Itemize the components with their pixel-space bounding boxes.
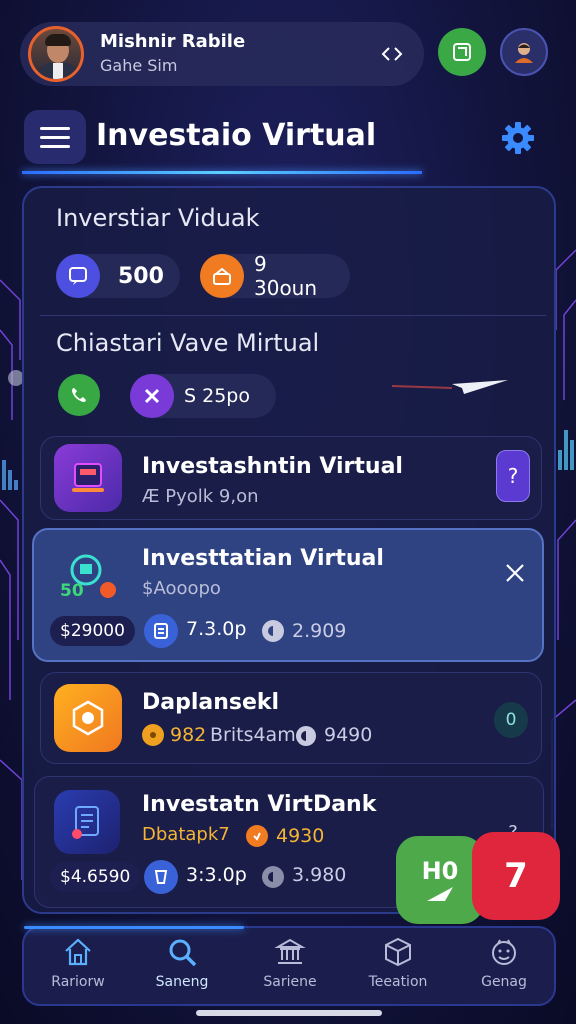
gear-icon[interactable]: [500, 120, 536, 156]
card-2-money: $29000: [50, 616, 135, 646]
virtual-title: Chiastari Vave Mirtual: [56, 329, 320, 357]
code-icon[interactable]: [380, 42, 404, 66]
card-4-title: Investatn VirtDank: [142, 792, 377, 817]
nav-active-indicator: [24, 926, 244, 929]
bottom-nav: Rariorw Saneng Sariene Teeation Genag: [22, 926, 556, 1006]
card-4-money: $4.6590: [50, 862, 141, 892]
card-4-stat-b: 3.980: [292, 864, 347, 886]
card-3-stat-label: Brits4am: [210, 724, 296, 746]
card-2-stat-b: 2.909: [292, 620, 347, 642]
card-1-title: Investashntin Virtual: [142, 454, 403, 479]
summary-value-b: 9 30oun: [254, 252, 318, 300]
nav-item-search[interactable]: Saneng: [132, 936, 232, 1002]
card-4-subtitle: Dbatapk7: [142, 824, 230, 845]
user-avatar-button[interactable]: [500, 28, 548, 76]
chat-icon: [56, 254, 100, 298]
document-icon: [144, 614, 178, 648]
nav-label-home: Rariorw: [51, 974, 105, 990]
wallet-button[interactable]: [438, 28, 486, 76]
nav-label-search: Saneng: [155, 974, 209, 990]
card-1-subtitle: Æ Pyolk 9,on: [142, 486, 259, 507]
user-icon: [515, 43, 533, 63]
phone-icon[interactable]: [58, 374, 100, 416]
nav-item-profile[interactable]: Genag: [454, 936, 554, 1002]
card-3-stat-b: 9490: [324, 724, 373, 746]
green-action-label: H0: [421, 857, 459, 885]
profile-bar[interactable]: Mishnir Rabile Gahe Sim: [20, 22, 424, 86]
card-2-stat-a: 7.3.0p: [186, 618, 247, 640]
header-divider: [22, 171, 422, 174]
red-action-label: 7: [504, 856, 528, 896]
nav-item-bank[interactable]: Sariene: [240, 936, 340, 1002]
clock-icon: [296, 726, 316, 746]
card-3-title: Daplansekl: [142, 690, 280, 715]
profile-subtitle: Gahe Sim: [100, 56, 178, 75]
red-action-button[interactable]: 7: [472, 832, 560, 920]
card-4-subtitle-stat: 4930: [276, 825, 325, 847]
summary-value-a: 500: [118, 263, 164, 289]
menu-button[interactable]: [24, 110, 86, 164]
bank-icon: [274, 938, 306, 964]
summary-pill-b[interactable]: 9 30oun: [200, 252, 350, 300]
green-action-button[interactable]: H0: [396, 836, 484, 924]
laptop-icon: [54, 444, 122, 512]
report-icon: [54, 790, 120, 854]
coin-small-icon: [246, 825, 268, 847]
home-icon: [65, 938, 91, 966]
virtual-pill[interactable]: S 25po: [130, 374, 276, 418]
search-icon: [169, 939, 197, 967]
exchange-icon: [130, 374, 174, 418]
profile-text: Mishnir Rabile Gahe Sim: [100, 31, 245, 77]
help-button[interactable]: ?: [496, 450, 530, 502]
paper-plane-icon: [392, 380, 508, 394]
card-4-stat-a: 3:3.0p: [186, 864, 247, 886]
card-3-action-button[interactable]: 0: [494, 702, 528, 738]
box-icon: [385, 937, 411, 967]
profile-name: Mishnir Rabile: [100, 31, 246, 52]
coin-small-icon: [142, 724, 164, 746]
close-icon[interactable]: [504, 562, 526, 584]
card-2-title: Investtatian Virtual: [142, 546, 384, 571]
gift-icon: [200, 254, 244, 298]
avatar[interactable]: [28, 26, 84, 82]
nav-item-box[interactable]: Teeation: [348, 936, 448, 1002]
card-2-subtitle: $Aooopo: [142, 578, 221, 599]
virtual-value: S 25po: [184, 385, 250, 407]
summary-pill-a[interactable]: 500: [56, 254, 180, 298]
home-indicator[interactable]: [196, 1010, 382, 1016]
coin-badge: 50: [60, 581, 84, 601]
smiley-icon: [492, 939, 516, 965]
summary-title: Inverstiar Viduak: [56, 204, 260, 232]
page-title: Investaio Virtual: [96, 118, 377, 153]
section-divider: [40, 315, 546, 316]
nav-item-home[interactable]: Rariorw: [28, 936, 128, 1002]
clock-icon: [262, 620, 284, 642]
nav-label-bank: Sariene: [263, 974, 317, 990]
badge-icon: [54, 684, 122, 752]
card-3-stat-a: 982: [170, 724, 207, 746]
cup-icon: [144, 860, 178, 894]
nav-label-profile: Genag: [481, 974, 527, 990]
clock-icon: [262, 866, 284, 888]
arrow-icon: [427, 887, 453, 901]
nav-label-box: Teeation: [368, 974, 428, 990]
wallet-icon: [453, 43, 471, 61]
